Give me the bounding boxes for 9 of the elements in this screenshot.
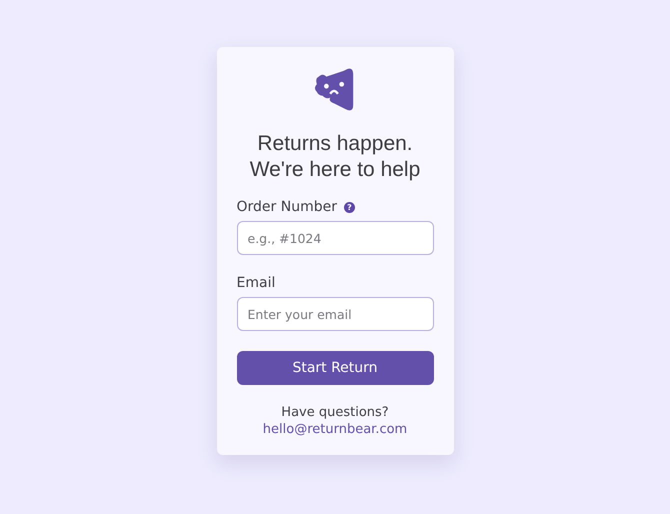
input-field[interactable]: e.g., #1024 — [236, 221, 434, 255]
start-return-button[interactable]: Start Return — [236, 351, 434, 385]
field-label: Email — [236, 275, 276, 291]
field-label: Order Number — [236, 199, 337, 215]
heading: Returns happen. We're here to help — [248, 131, 422, 183]
email-link[interactable]: hello@returnbear.com — [262, 422, 408, 437]
help-icon[interactable]: ? — [344, 202, 355, 212]
help-text: Have questions? — [281, 405, 389, 420]
input-field[interactable]: Enter your email — [236, 297, 434, 331]
